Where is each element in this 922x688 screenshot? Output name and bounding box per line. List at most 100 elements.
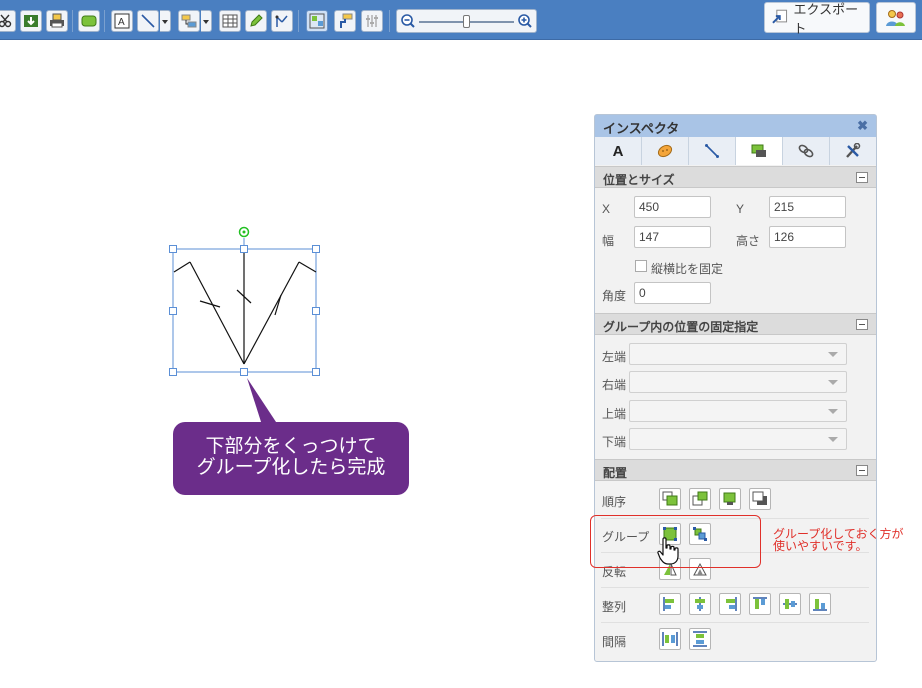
resize-handle-se[interactable] bbox=[312, 368, 320, 376]
send-to-back-icon bbox=[752, 491, 767, 505]
distribute-vertical-button[interactable] bbox=[689, 628, 711, 650]
tab-arrange[interactable] bbox=[736, 137, 783, 165]
x-field[interactable]: 450 bbox=[634, 196, 711, 218]
send-backward-button[interactable] bbox=[719, 488, 741, 510]
link-icon bbox=[798, 144, 814, 158]
tools-icon bbox=[846, 143, 861, 158]
pin-top-select[interactable] bbox=[629, 400, 847, 422]
annotation-note: グループ化しておく方が 使いやすいです。 bbox=[773, 527, 904, 553]
send-backward-icon bbox=[723, 492, 736, 505]
arrange-icon bbox=[751, 144, 766, 157]
format-painter-icon[interactable] bbox=[334, 10, 356, 32]
resize-handle-ne[interactable] bbox=[312, 245, 320, 253]
x-label: X bbox=[602, 202, 611, 216]
align-left-button[interactable] bbox=[659, 593, 681, 615]
collapse-icon[interactable] bbox=[856, 319, 868, 330]
collapse-icon[interactable] bbox=[856, 465, 868, 476]
import-icon[interactable] bbox=[20, 10, 42, 32]
line-tool-icon[interactable] bbox=[137, 10, 159, 32]
section-position-size[interactable]: 位置とサイズ bbox=[595, 166, 876, 188]
align-middle-button[interactable] bbox=[779, 593, 801, 615]
distribute-vertical-icon bbox=[693, 631, 707, 647]
cut-icon[interactable] bbox=[0, 10, 16, 32]
spacing-label: 間隔 bbox=[602, 635, 627, 649]
callout-line-2: グループ化したら完成 bbox=[196, 457, 386, 478]
shape-icon[interactable] bbox=[78, 10, 100, 32]
divider bbox=[601, 622, 869, 623]
tab-line[interactable] bbox=[689, 137, 736, 165]
resize-handle-n[interactable] bbox=[240, 245, 248, 253]
toolbar-separator bbox=[389, 10, 390, 32]
zoom-slider[interactable] bbox=[396, 9, 537, 33]
section-group-pin[interactable]: グループ内の位置の固定指定 bbox=[595, 313, 876, 335]
resize-handle-nw[interactable] bbox=[169, 245, 177, 253]
align-left-icon bbox=[663, 597, 674, 611]
right-stroke bbox=[243, 261, 300, 365]
instruction-callout: 下部分をくっつけて グループ化したら完成 bbox=[173, 422, 409, 495]
rotation-handle-dot bbox=[242, 230, 246, 234]
pin-bottom-select[interactable] bbox=[629, 428, 847, 450]
line-tool-dropdown[interactable] bbox=[160, 10, 171, 32]
resize-handle-sw[interactable] bbox=[169, 368, 177, 376]
pin-right-select[interactable] bbox=[629, 371, 847, 393]
pin-top-label: 上端 bbox=[602, 407, 627, 421]
inspector-title-bar: インスペクタ ✖ bbox=[595, 115, 876, 137]
angle-field[interactable]: 0 bbox=[634, 282, 711, 304]
connector-dropdown[interactable] bbox=[201, 10, 212, 32]
table-icon[interactable] bbox=[219, 10, 241, 32]
pin-left-label: 左端 bbox=[602, 350, 627, 364]
print-icon[interactable] bbox=[46, 10, 68, 32]
fill-bucket-icon bbox=[657, 144, 673, 158]
align-top-button[interactable] bbox=[749, 593, 771, 615]
resize-handle-e[interactable] bbox=[312, 307, 320, 315]
zoom-out-icon[interactable] bbox=[400, 13, 416, 29]
close-icon[interactable]: ✖ bbox=[857, 118, 868, 134]
section-arrange-title: 配置 bbox=[603, 466, 628, 480]
zoom-knob[interactable] bbox=[462, 15, 470, 28]
height-field[interactable]: 126 bbox=[769, 226, 846, 248]
inspector-tabs: A bbox=[595, 137, 876, 165]
collapse-icon[interactable] bbox=[856, 172, 868, 183]
resize-handle-w[interactable] bbox=[169, 307, 177, 315]
text-box-icon[interactable]: A bbox=[111, 10, 133, 32]
hand-cursor-icon bbox=[657, 537, 679, 565]
share-button[interactable] bbox=[876, 2, 916, 33]
align-center-icon bbox=[695, 597, 705, 611]
toolbar-separator bbox=[298, 10, 299, 32]
distribute-horizontal-icon bbox=[662, 632, 678, 646]
tab-text[interactable]: A bbox=[595, 137, 642, 165]
y-field[interactable]: 215 bbox=[769, 196, 846, 218]
zoom-in-icon[interactable] bbox=[517, 13, 533, 29]
selected-shape[interactable] bbox=[160, 220, 340, 390]
align-bottom-button[interactable] bbox=[809, 593, 831, 615]
tab-link[interactable] bbox=[783, 137, 830, 165]
export-button[interactable]: エクスポート bbox=[764, 2, 870, 36]
lock-ratio-checkbox[interactable] bbox=[635, 260, 647, 272]
inspector-panel: インスペクタ ✖ A 位置とサイズ X 450 Y 215 幅 147 高さ 1… bbox=[594, 114, 877, 662]
section-position-size-title: 位置とサイズ bbox=[603, 173, 675, 187]
grid-snap-icon[interactable] bbox=[306, 10, 328, 32]
pin-left-select[interactable] bbox=[629, 343, 847, 365]
connector-icon[interactable] bbox=[178, 10, 200, 32]
pencil-icon[interactable] bbox=[245, 10, 267, 32]
align-label: 整列 bbox=[602, 600, 627, 614]
section-arrange[interactable]: 配置 bbox=[595, 459, 876, 481]
inspector-title: インスペクタ bbox=[603, 121, 680, 136]
bring-to-front-button[interactable] bbox=[659, 488, 681, 510]
width-field[interactable]: 147 bbox=[634, 226, 711, 248]
height-label: 高さ bbox=[736, 234, 761, 248]
tab-style[interactable] bbox=[642, 137, 689, 165]
main-toolbar: A エクスポート bbox=[0, 0, 922, 40]
divider bbox=[601, 587, 869, 588]
left-stroke bbox=[189, 261, 245, 365]
left-tip bbox=[173, 261, 191, 273]
align-center-button[interactable] bbox=[689, 593, 711, 615]
tab-tools[interactable] bbox=[830, 137, 876, 165]
distribute-horizontal-button[interactable] bbox=[659, 628, 681, 650]
export-icon bbox=[772, 9, 788, 24]
bring-forward-button[interactable] bbox=[689, 488, 711, 510]
align-right-button[interactable] bbox=[719, 593, 741, 615]
freeform-icon[interactable] bbox=[271, 10, 293, 32]
adjust-icon[interactable] bbox=[361, 10, 383, 32]
send-to-back-button[interactable] bbox=[749, 488, 771, 510]
